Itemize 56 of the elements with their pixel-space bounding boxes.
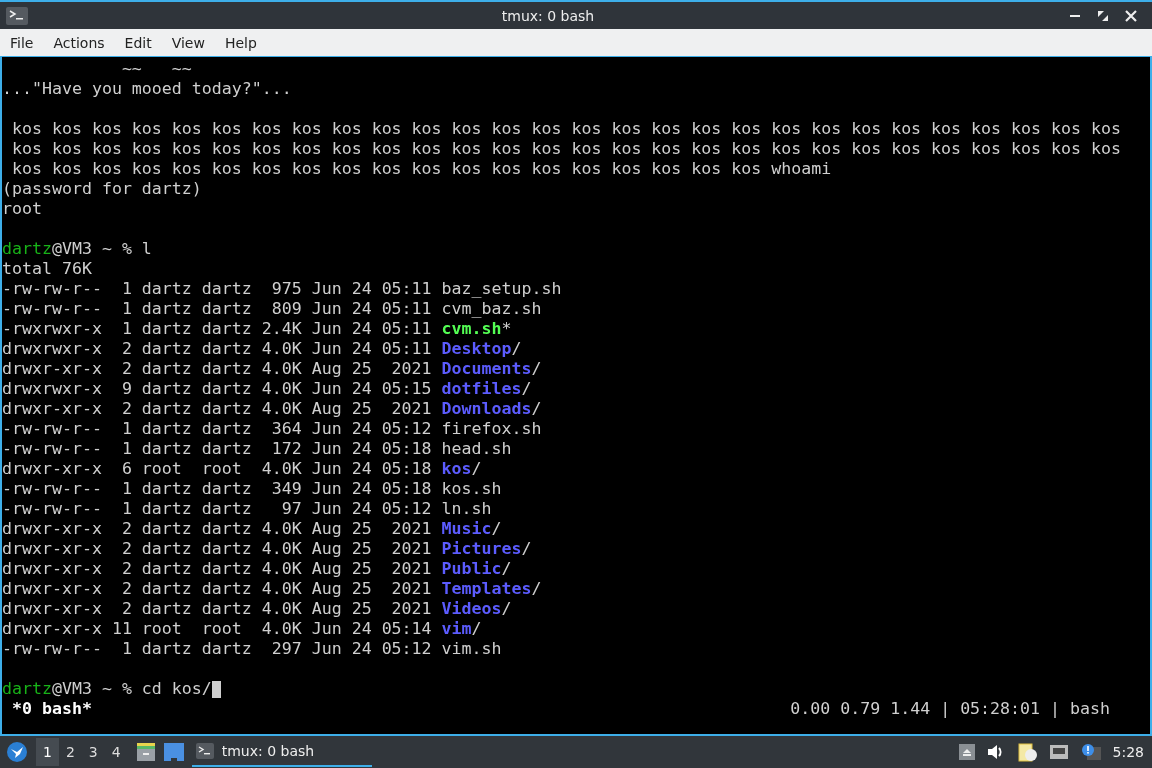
- terminal-line: -rw-rw-r-- 1 dartz dartz 809 Jun 24 05:11 cvm_baz.sh: [2, 299, 542, 319]
- task-button[interactable]: tmux: 0 bash: [191, 737, 372, 767]
- terminal-icon: [195, 743, 214, 759]
- terminal-line: drwxr-xr-x 2 dartz dartz 4.0K Aug 25 2021 Videos/: [2, 599, 512, 619]
- terminal-line: ~~ ~~: [120, 59, 192, 79]
- terminal-line: -rw-rw-r-- 1 dartz dartz 172 Jun 24 05:18 head.sh: [2, 439, 512, 459]
- terminal-line: drwxr-xr-x 2 dartz dartz 4.0K Aug 25 2021 Templates/: [2, 579, 542, 599]
- terminal-line: drwxr-xr-x 2 dartz dartz 4.0K Aug 25 2021 Pictures/: [2, 539, 532, 559]
- terminal-line: kos kos kos kos kos kos kos kos kos kos kos kos kos kos kos kos kos kos kos kos kos kos kos kos kos kos kos kos: [11, 139, 1121, 159]
- terminal-line: drwxr-xr-x 2 dartz dartz 4.0K Aug 25 2021 Documents/: [2, 359, 542, 379]
- terminal-line: drwxr-xr-x 2 dartz dartz 4.0K Aug 25 2021 Music/: [2, 519, 502, 539]
- menu-item[interactable]: File: [2, 34, 42, 51]
- tmux-window-label: *0 bash*: [11, 699, 92, 719]
- bird-icon[interactable]: [6, 741, 28, 763]
- terminal-line: kos kos kos kos kos kos kos kos kos kos kos kos kos kos kos kos kos kos kos whoami: [11, 159, 832, 179]
- terminal-line: -rw-rw-r-- 1 dartz dartz 349 Jun 24 05:18 kos.sh: [2, 479, 502, 499]
- clock[interactable]: 5:28: [1112, 744, 1144, 760]
- clipboard-icon[interactable]: [1016, 742, 1037, 762]
- terminal-line: drwxr-xr-x 2 dartz dartz 4.0K Aug 25 2021 Downloads/: [2, 399, 542, 419]
- menu-item[interactable]: Actions: [45, 34, 113, 51]
- window-title: tmux: 0 bash: [500, 7, 596, 24]
- notification-icon[interactable]: [1080, 744, 1101, 760]
- workspace-button[interactable]: 1: [36, 738, 59, 766]
- terminal-line: -rw-rw-r-- 1 dartz dartz 297 Jun 24 05:12 vim.sh: [2, 639, 502, 659]
- terminal-line: -rw-rw-r-- 1 dartz dartz 975 Jun 24 05:11 baz_setup.sh: [2, 279, 562, 299]
- close-icon[interactable]: [1124, 8, 1138, 23]
- terminal-line: -rw-rw-r-- 1 dartz dartz 97 Jun 24 05:12 ln.sh: [2, 499, 492, 519]
- workspace-button[interactable]: 4: [104, 738, 128, 766]
- terminal-line: drwxr-xr-x 6 root root 4.0K Jun 24 05:18 kos/: [2, 459, 482, 479]
- terminal-line: drwxrwxr-x 9 dartz dartz 4.0K Jun 24 05:15 dotfiles/: [2, 379, 532, 399]
- terminal-line: drwxrwxr-x 2 dartz dartz 4.0K Jun 24 05:11 Desktop/: [2, 339, 522, 359]
- workspace-button[interactable]: 2: [58, 738, 82, 766]
- menu-item[interactable]: Edit: [116, 34, 160, 51]
- terminal-line: drwxr-xr-x 11 root root 4.0K Jun 24 05:14 vim/: [2, 619, 482, 639]
- menu-item[interactable]: View: [163, 34, 213, 51]
- tmux-status-info: 0.00 0.79 1.44 | 05:28:01 | bash: [790, 699, 1110, 719]
- terminal-line: dartz@VM3 ~ % l: [2, 239, 152, 259]
- terminal-line: root: [2, 199, 42, 219]
- desktop-icon[interactable]: [163, 743, 184, 761]
- terminal-icon: [6, 6, 28, 25]
- terminal-line: drwxr-xr-x 2 dartz dartz 4.0K Aug 25 2021 Public/: [2, 559, 512, 579]
- terminal-line: total 76K: [2, 259, 92, 279]
- command-line: dartz@VM3 ~ % cd kos/: [2, 679, 212, 699]
- menu-item[interactable]: Help: [216, 34, 265, 51]
- terminal-line: (password for dartz): [2, 179, 202, 199]
- terminal-area[interactable]: [0, 56, 1152, 736]
- terminal-line: kos kos kos kos kos kos kos kos kos kos kos kos kos kos kos kos kos kos kos kos kos kos kos kos kos kos kos kos: [11, 119, 1121, 139]
- terminal-line: ..."Have you mooed today?"...: [2, 79, 292, 99]
- maximize-icon[interactable]: [1096, 8, 1110, 23]
- text-cursor: [211, 680, 221, 698]
- terminal-line: -rwxrwxr-x 1 dartz dartz 2.4K Jun 24 05:11 cvm.sh*: [2, 319, 512, 339]
- eject-icon[interactable]: [958, 744, 975, 760]
- terminal-line: -rw-rw-r-- 1 dartz dartz 364 Jun 24 05:12 firefox.sh: [2, 419, 542, 439]
- file-drawer-icon[interactable]: [135, 742, 156, 762]
- workspace-button[interactable]: 3: [81, 738, 105, 766]
- network-icon[interactable]: [1048, 744, 1069, 760]
